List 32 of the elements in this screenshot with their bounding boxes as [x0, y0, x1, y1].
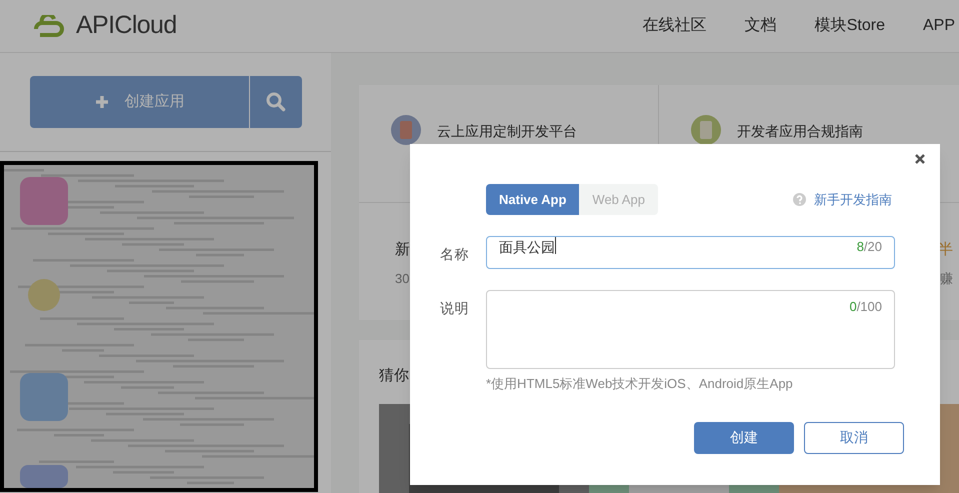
promo-title: 半 [938, 240, 953, 260]
close-button[interactable] [914, 153, 926, 165]
field-label: 说明 [440, 299, 470, 318]
card-title: 云上应用定制开发平台 [437, 122, 577, 141]
plus-icon [94, 95, 108, 109]
nav-link[interactable]: 在线社区 [642, 14, 707, 38]
promo-title: 新 [395, 240, 410, 260]
app-type-tab[interactable]: Native App [486, 184, 580, 215]
app-icon [691, 115, 721, 145]
field-label: 名称 [440, 245, 470, 264]
field-value: 面具公园 [499, 238, 555, 257]
create-app-button[interactable]: 创建应用 [30, 76, 249, 128]
cancel-button[interactable]: 取消 [804, 422, 904, 454]
create-button[interactable]: 创建 [694, 422, 794, 454]
nav-link[interactable]: APP [922, 14, 955, 38]
help-link[interactable]: 新手开发指南 [793, 190, 892, 210]
section-title: 猜你 [379, 367, 409, 384]
nav-link[interactable]: 模块Store [814, 14, 885, 38]
search-icon [266, 92, 286, 112]
card-title: 开发者应用合规指南 [737, 122, 863, 141]
char-counter: 0/100 [849, 298, 882, 316]
hint-text: *使用HTML5标准Web技术开发iOS、Android原生App [486, 375, 794, 393]
logo-text: APICloud [76, 10, 177, 42]
name-field[interactable]: 面具公园 8/20 [486, 236, 895, 269]
nav-link[interactable]: 文档 [744, 14, 777, 38]
promo-subtitle: 30 [395, 270, 410, 288]
description-field[interactable]: 0/100 [486, 290, 895, 369]
close-icon [915, 154, 925, 164]
promo-subtitle: 赚 [940, 270, 953, 288]
char-counter: 8/20 [856, 238, 882, 256]
help-icon [793, 193, 806, 206]
app-icon [391, 115, 421, 145]
